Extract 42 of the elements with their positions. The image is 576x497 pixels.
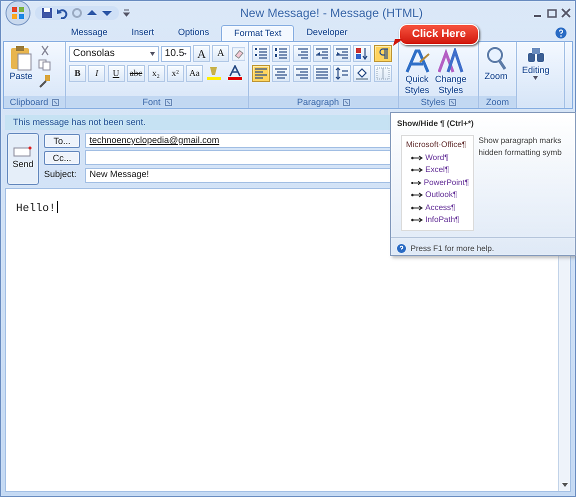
subject-label: Subject: xyxy=(44,168,78,182)
zoom-button[interactable]: Zoom xyxy=(482,45,510,93)
window-title: New Message! - Message (HTML) xyxy=(240,5,423,22)
description-text: Show paragraph marks xyxy=(478,135,562,147)
underline-button[interactable]: U xyxy=(108,65,124,82)
change-case-button[interactable]: Aa xyxy=(186,65,203,82)
shrink-font-button[interactable]: A xyxy=(212,45,230,62)
callout-bubble: Click Here xyxy=(399,24,479,44)
ribbon-tab[interactable]: Format Text xyxy=(221,25,294,41)
to-button[interactable]: To... xyxy=(44,134,80,148)
bold-button[interactable]: B xyxy=(69,65,86,82)
font-name-field[interactable]: Consolas xyxy=(69,46,159,62)
ribbon-tab[interactable]: Message xyxy=(59,25,120,41)
quick-styles-button[interactable]: Quick Styles xyxy=(402,48,432,96)
group-label: Styles xyxy=(420,96,446,108)
example-text: Outlook¶ xyxy=(425,189,458,201)
example-text: Microsoft·Office¶ xyxy=(406,139,468,151)
italic-button[interactable]: I xyxy=(88,65,106,82)
example-text: Word¶ xyxy=(425,152,449,164)
example-text: InfoPath¶ xyxy=(425,214,460,226)
ribbon-tab[interactable]: Developer xyxy=(294,25,360,41)
help-text: Press F1 for more help. xyxy=(410,242,494,254)
strikethrough-button[interactable]: abc xyxy=(126,65,146,82)
message-text: Hello! xyxy=(16,203,56,215)
tooltip-title: Show/Hide ¶ (Ctrl+*) xyxy=(396,118,475,130)
ribbon-tab[interactable]: Insert xyxy=(120,25,166,41)
subscript-button[interactable]: x₂ xyxy=(148,65,164,82)
grow-font-button[interactable]: A xyxy=(193,45,210,62)
editing-button[interactable]: Editing xyxy=(520,45,552,105)
ribbon-tab[interactable]: Options xyxy=(166,25,222,41)
group-label: Paragraph xyxy=(296,96,340,108)
change-styles-button[interactable]: Change Styles xyxy=(433,48,469,96)
paste-button[interactable]: Paste xyxy=(7,45,35,93)
group-label: Zoom xyxy=(486,96,509,108)
example-text: Access¶ xyxy=(425,202,456,214)
cc-button[interactable]: Cc... xyxy=(44,150,80,165)
font-size-field[interactable]: 10.5 xyxy=(160,46,191,62)
superscript-button[interactable]: x² xyxy=(166,65,184,82)
group-label: Clipboard xyxy=(10,96,48,108)
description-text: hidden formatting symb xyxy=(478,147,562,159)
send-button[interactable]: Send xyxy=(7,133,39,185)
group-label: Font xyxy=(142,96,160,108)
